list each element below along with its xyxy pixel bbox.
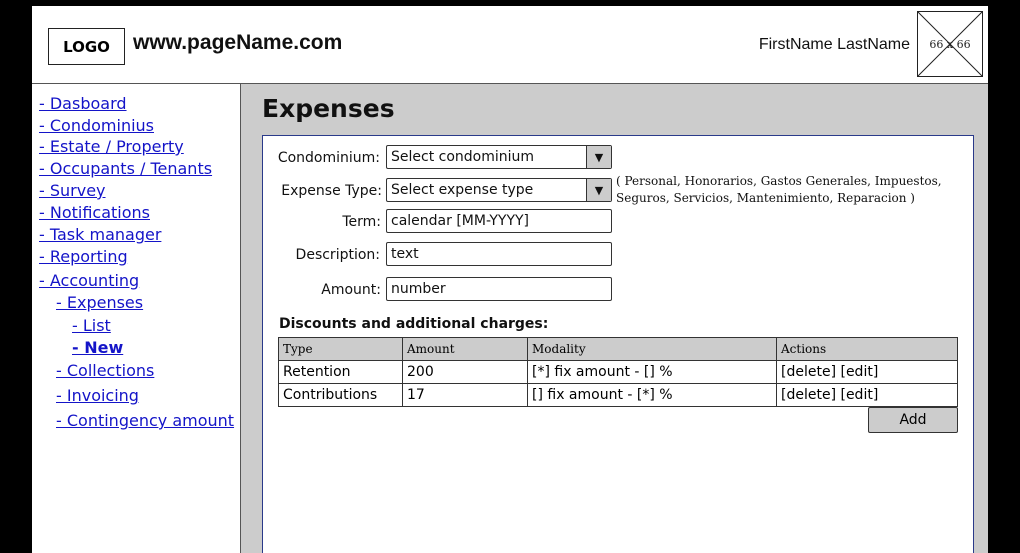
column-header-actions: Actions [776, 337, 958, 361]
column-header-amount: Amount [402, 337, 528, 361]
discounts-title: Discounts and additional charges: [279, 316, 549, 332]
cell-amount: 17 [402, 383, 528, 407]
description-input[interactable]: text [386, 242, 612, 266]
sidebar: - Dasboard - Condominius - Estate / Prop… [32, 84, 241, 553]
sidebar-item-notifications[interactable]: - Notifications [39, 203, 150, 222]
expense-type-select-value: Select expense type [391, 182, 534, 198]
cell-type: Contributions [278, 383, 403, 407]
term-input[interactable]: calendar [MM-YYYY] [386, 209, 612, 233]
site-name[interactable]: www.pageName.com [133, 31, 342, 55]
sidebar-item-list[interactable]: - List [72, 316, 111, 335]
user-name[interactable]: FirstName LastName [759, 36, 910, 54]
expense-type-label: Expense Type: [281, 183, 382, 199]
description-label: Description: [295, 247, 380, 263]
column-header-type: Type [278, 337, 403, 361]
sidebar-item-estate-property[interactable]: - Estate / Property [39, 137, 184, 156]
amount-input[interactable]: number [386, 277, 612, 301]
sidebar-item-invoicing[interactable]: - Invoicing [56, 386, 139, 405]
table-header-row: Type Amount Modality Actions [278, 337, 958, 361]
expense-type-hint: ( Personal, Honorarios, Gastos Generales… [616, 174, 942, 205]
chevron-down-icon[interactable]: ▼ [586, 146, 611, 168]
cell-amount: 200 [402, 360, 528, 384]
table-row: Contributions 17 [] fix amount - [*] % [… [278, 383, 958, 407]
logo: LOGO [48, 28, 125, 65]
table-row: Retention 200 [*] fix amount - [] % [del… [278, 360, 958, 384]
sidebar-item-expenses[interactable]: - Expenses [56, 293, 143, 312]
sidebar-item-accounting[interactable]: - Accounting [39, 271, 139, 290]
sidebar-item-new[interactable]: - New [72, 338, 123, 357]
sidebar-item-occupants-tenants[interactable]: - Occupants / Tenants [39, 159, 212, 178]
cell-type: Retention [278, 360, 403, 384]
sidebar-item-dashboard[interactable]: - Dasboard [39, 94, 127, 113]
page: LOGO www.pageName.com FirstName LastName… [32, 6, 988, 553]
sidebar-item-collections[interactable]: - Collections [56, 361, 154, 380]
amount-label: Amount: [321, 282, 381, 298]
add-button[interactable]: Add [868, 407, 958, 433]
cell-actions[interactable]: [delete] [edit] [776, 360, 958, 384]
cell-actions[interactable]: [delete] [edit] [776, 383, 958, 407]
column-header-modality: Modality [527, 337, 777, 361]
condominium-label: Condominium: [277, 150, 380, 166]
page-title: Expenses [262, 94, 395, 123]
term-label: Term: [342, 214, 381, 230]
condominium-select-value: Select condominium [391, 149, 535, 165]
sidebar-item-reporting[interactable]: - Reporting [39, 247, 128, 266]
sidebar-item-contingency-amount[interactable]: - Contingency amount [56, 411, 234, 430]
expense-type-select[interactable]: Select expense type ▼ [386, 178, 612, 202]
avatar-size-label: 66 x 66 [929, 38, 971, 51]
expense-form-panel: Condominium: Select condominium ▼ Expens… [262, 135, 974, 553]
chevron-down-icon[interactable]: ▼ [586, 179, 611, 201]
sidebar-item-task-manager[interactable]: - Task manager [39, 225, 161, 244]
sidebar-item-condominiums[interactable]: - Condominius [39, 116, 154, 135]
sidebar-item-survey[interactable]: - Survey [39, 181, 106, 200]
condominium-select[interactable]: Select condominium ▼ [386, 145, 612, 169]
discounts-table: Type Amount Modality Actions Retention 2… [278, 337, 958, 407]
avatar[interactable]: 66 x 66 [917, 11, 983, 77]
header: LOGO www.pageName.com FirstName LastName… [32, 6, 988, 84]
cell-modality[interactable]: [*] fix amount - [] % [527, 360, 777, 384]
cell-modality[interactable]: [] fix amount - [*] % [527, 383, 777, 407]
